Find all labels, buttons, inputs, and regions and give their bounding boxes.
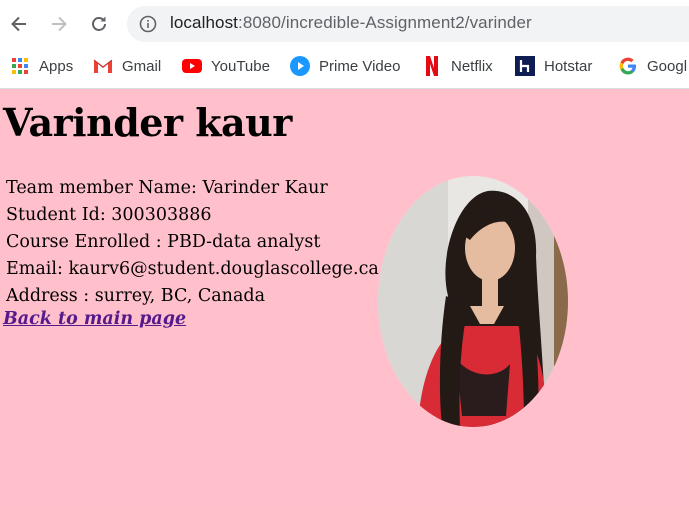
bookmark-label: Gmail xyxy=(122,57,162,75)
bookmark-label: Googl xyxy=(647,57,688,75)
bookmarks-bar: Apps Gmail YouTube Prime Video Netflix H… xyxy=(0,50,689,82)
bookmark-youtube[interactable]: YouTube xyxy=(182,54,270,78)
browser-chrome: localhost:8080/incredible-Assignment2/va… xyxy=(0,0,689,89)
arrow-left-icon xyxy=(11,16,26,32)
bookmark-label: Apps xyxy=(39,57,74,75)
url-path: :8080/incredible-Assignment2/varinder xyxy=(238,13,532,32)
browser-navbar: localhost:8080/incredible-Assignment2/va… xyxy=(0,0,689,48)
course-enrolled: Course Enrolled : PBD-data analyst xyxy=(6,232,321,252)
url-text[interactable]: localhost:8080/incredible-Assignment2/va… xyxy=(170,13,532,33)
gmail-icon xyxy=(93,56,113,76)
bookmark-label: Netflix xyxy=(451,57,493,75)
reload-button[interactable] xyxy=(83,8,115,40)
bookmark-prime-video[interactable]: Prime Video xyxy=(290,54,400,78)
bookmark-google[interactable]: Googl xyxy=(618,54,687,78)
arrow-right-icon xyxy=(52,16,67,32)
netflix-icon xyxy=(422,56,442,76)
member-name: Team member Name: Varinder Kaur xyxy=(6,178,328,198)
hotstar-icon xyxy=(515,56,535,76)
bookmark-hotstar[interactable]: Hotstar xyxy=(515,54,592,78)
profile-photo xyxy=(378,176,568,427)
address-bar[interactable]: localhost:8080/incredible-Assignment2/va… xyxy=(127,6,689,42)
bookmark-netflix[interactable]: Netflix xyxy=(422,54,493,78)
forward-button[interactable] xyxy=(43,8,75,40)
email: Email: kaurv6@student.douglascollege.ca xyxy=(6,259,379,279)
back-to-main-link[interactable]: Back to main page xyxy=(3,309,186,329)
apps-grid-icon xyxy=(10,56,30,76)
bookmark-label: Prime Video xyxy=(319,57,401,75)
youtube-icon xyxy=(182,56,202,76)
member-details: Team member Name: Varinder Kaur Student … xyxy=(6,175,379,310)
bookmark-gmail[interactable]: Gmail xyxy=(93,54,161,78)
info-icon[interactable] xyxy=(139,15,157,33)
page-title: Varinder kaur xyxy=(3,100,292,145)
bookmark-apps[interactable]: Apps xyxy=(10,54,73,78)
student-id: Student Id: 300303886 xyxy=(6,205,212,225)
bookmark-label: YouTube xyxy=(211,57,270,75)
prime-video-icon xyxy=(290,56,310,76)
bookmark-label: Hotstar xyxy=(544,57,593,75)
back-button[interactable] xyxy=(3,8,35,40)
google-icon xyxy=(618,56,638,76)
url-host: localhost xyxy=(170,13,238,32)
reload-icon xyxy=(92,16,106,31)
address: Address : surrey, BC, Canada xyxy=(6,286,266,306)
